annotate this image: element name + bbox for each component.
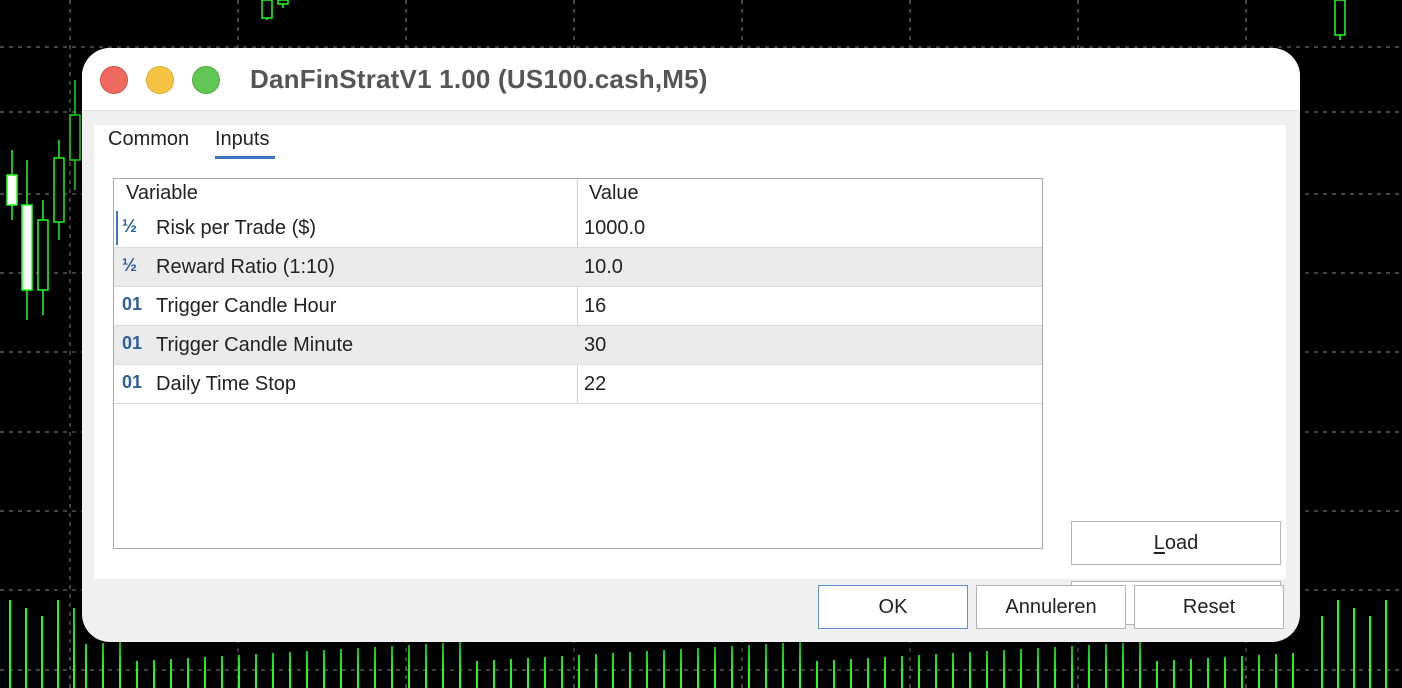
variable-value[interactable]: 16 bbox=[584, 295, 606, 318]
variable-name: Trigger Candle Hour bbox=[156, 295, 337, 317]
integer-icon: 01 bbox=[122, 333, 143, 353]
candle-body bbox=[53, 157, 65, 223]
variable-value[interactable]: 10.0 bbox=[584, 256, 623, 279]
ok-button[interactable]: OK bbox=[818, 585, 968, 629]
variable-value[interactable]: 30 bbox=[584, 334, 606, 357]
variable-value[interactable]: 22 bbox=[584, 373, 606, 396]
variable-value[interactable]: 1000.0 bbox=[584, 217, 645, 240]
column-header-value[interactable]: Value bbox=[589, 182, 639, 205]
title-separator bbox=[82, 110, 1300, 111]
tab-common[interactable]: Common bbox=[108, 128, 189, 151]
fraction-icon: ½ bbox=[122, 255, 138, 275]
inputs-table: Variable Value ½ Risk per Trade ($) 1000… bbox=[113, 178, 1043, 549]
variable-name: Trigger Candle Minute bbox=[156, 334, 354, 356]
variable-name: Reward Ratio (1:10) bbox=[156, 256, 335, 278]
candle-body bbox=[69, 114, 81, 161]
table-row[interactable]: 01 Trigger Candle Hour 16 bbox=[114, 287, 1042, 326]
candle-body bbox=[21, 204, 33, 291]
table-row[interactable]: 01 Trigger Candle Minute 30 bbox=[114, 326, 1042, 365]
table-row[interactable]: ½ Risk per Trade ($) 1000.0 bbox=[114, 209, 1042, 248]
expert-properties-dialog: DanFinStratV1 1.00 (US100.cash,M5) Commo… bbox=[82, 48, 1300, 642]
table-row[interactable]: ½ Reward Ratio (1:10) 10.0 bbox=[114, 248, 1042, 287]
dialog-content: Common Inputs Variable Value ½ Risk per … bbox=[94, 125, 1286, 625]
close-window-button[interactable] bbox=[100, 66, 128, 94]
tab-inputs[interactable]: Inputs bbox=[215, 128, 269, 151]
column-header-variable[interactable]: Variable bbox=[126, 182, 198, 205]
integer-icon: 01 bbox=[122, 372, 143, 392]
window-title: DanFinStratV1 1.00 (US100.cash,M5) bbox=[250, 64, 708, 94]
fraction-icon: ½ bbox=[122, 216, 138, 236]
candle-body bbox=[261, 0, 273, 19]
table-header: Variable Value bbox=[114, 179, 1042, 209]
maximize-window-button[interactable] bbox=[192, 66, 220, 94]
load-mnemonic: L bbox=[1153, 532, 1165, 554]
integer-icon: 01 bbox=[122, 294, 143, 314]
candle-body bbox=[6, 174, 18, 206]
reset-button[interactable]: Reset bbox=[1134, 585, 1284, 629]
title-bar[interactable]: DanFinStratV1 1.00 (US100.cash,M5) bbox=[82, 48, 1300, 110]
active-tab-indicator bbox=[215, 156, 275, 159]
cancel-button[interactable]: Annuleren bbox=[976, 585, 1126, 629]
load-label: oad bbox=[1164, 532, 1199, 554]
variable-name: Risk per Trade ($) bbox=[156, 217, 317, 239]
load-button[interactable]: Load bbox=[1071, 521, 1281, 565]
variable-name: Daily Time Stop bbox=[156, 373, 297, 395]
table-row[interactable]: 01 Daily Time Stop 22 bbox=[114, 365, 1042, 404]
candle-body bbox=[37, 219, 49, 291]
candle-body bbox=[1334, 0, 1346, 36]
candle-body bbox=[277, 0, 289, 5]
minimize-window-button[interactable] bbox=[146, 66, 174, 94]
